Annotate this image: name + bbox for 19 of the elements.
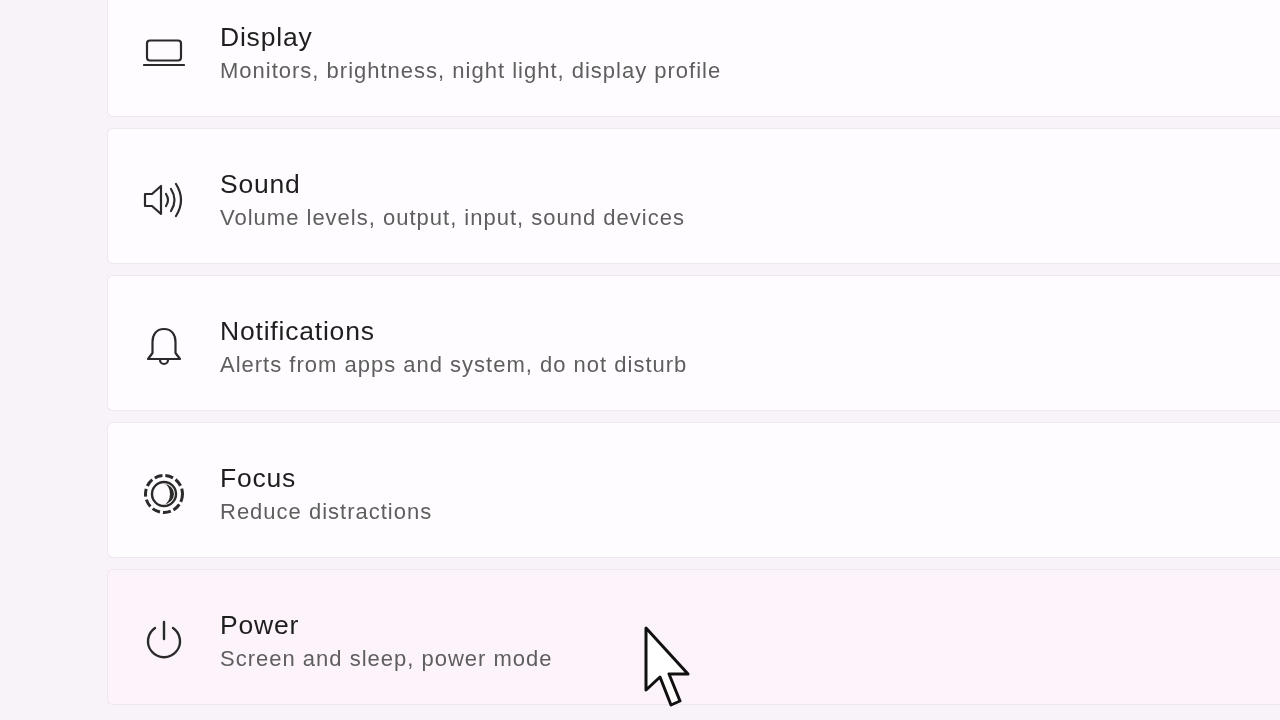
setting-title: Sound: [220, 168, 301, 200]
settings-card[interactable]: Focus Reduce distractions: [107, 422, 1280, 558]
setting-title: Notifications: [220, 315, 375, 347]
settings-card[interactable]: Display Monitors, brightness, night light, display profile: [107, 0, 1280, 117]
laptop-icon: [143, 39, 185, 67]
bell-icon: [145, 327, 183, 367]
speaker-icon: [143, 182, 185, 218]
settings-card[interactable]: Power Screen and sleep, power mode: [107, 569, 1280, 705]
setting-description: Volume levels, output, input, sound devices: [220, 204, 685, 232]
dashed-ring-icon: [143, 473, 185, 515]
setting-title: Power: [220, 609, 300, 641]
setting-title: Focus: [220, 462, 297, 494]
setting-description: Screen and sleep, power mode: [220, 645, 553, 673]
setting-description: Alerts from apps and system, do not disturb: [220, 351, 688, 379]
setting-description: Reduce distractions: [220, 498, 433, 526]
setting-title: Display: [220, 21, 313, 53]
setting-description: Monitors, brightness, night light, display profile: [220, 57, 722, 85]
settings-card[interactable]: Sound Volume levels, output, input, sound devices: [107, 128, 1280, 264]
settings-card[interactable]: Notifications Alerts from apps and system, do not disturb: [107, 275, 1280, 411]
